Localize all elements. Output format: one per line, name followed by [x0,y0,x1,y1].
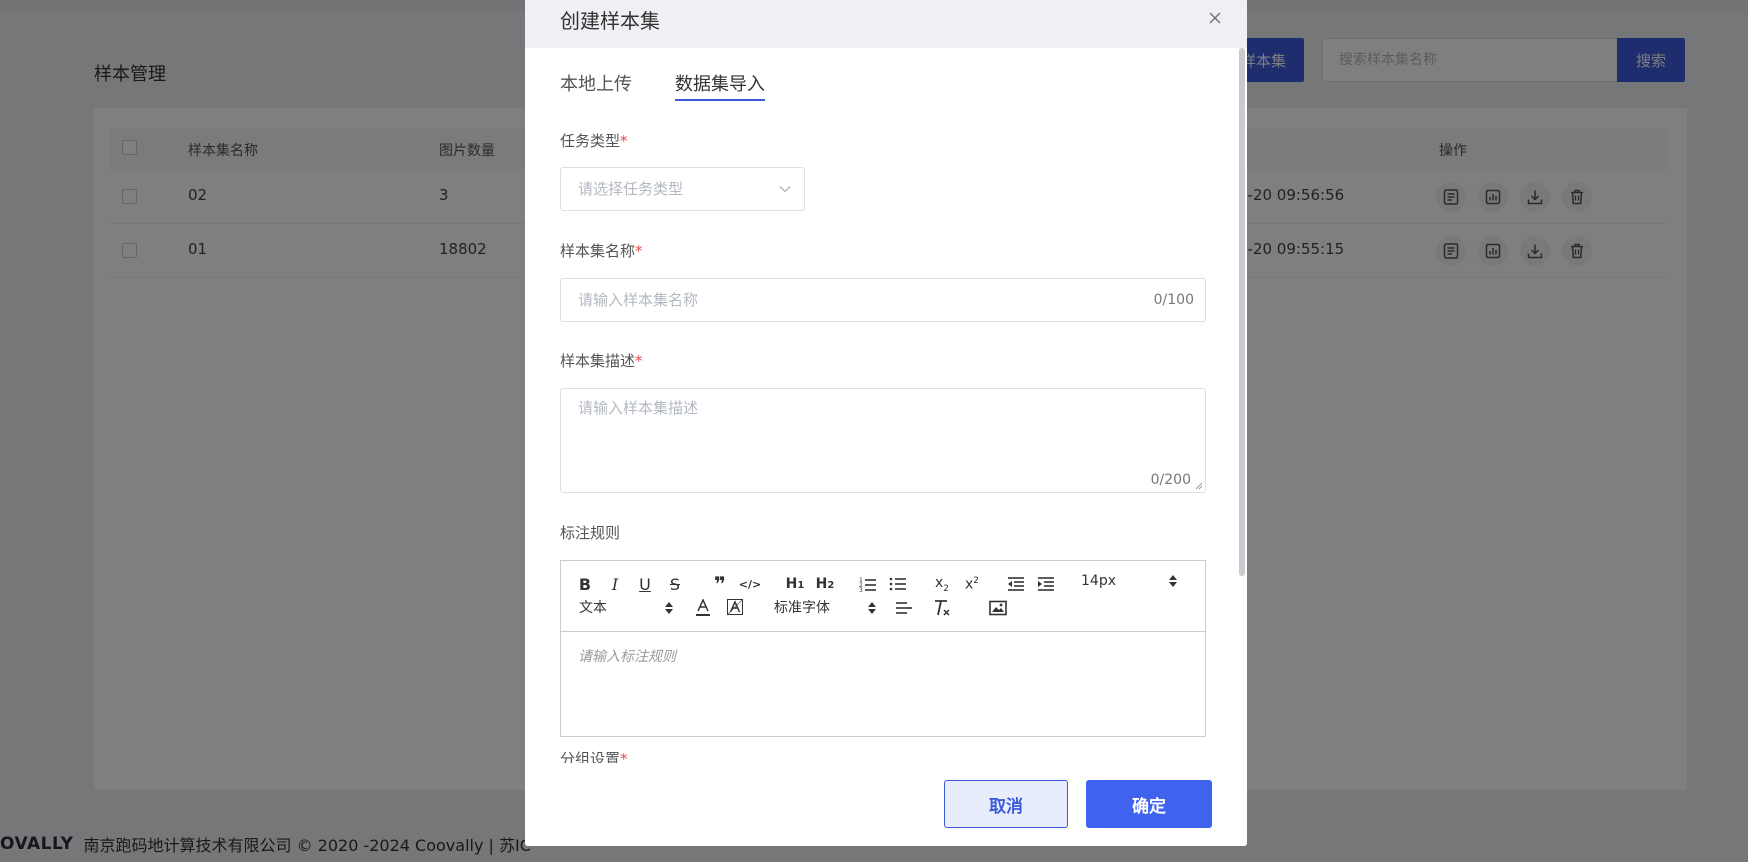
subscript-icon[interactable]: x2 [933,573,951,595]
tab-dataset-import[interactable]: 数据集导入 [675,70,765,101]
text-style-select[interactable]: 文本 [579,597,673,619]
close-icon[interactable] [1205,8,1225,28]
clear-format-icon[interactable] [933,597,951,619]
bullet-list-icon[interactable] [889,573,907,595]
sample-name-placeholder: 请输入样本集名称 [578,291,699,309]
heading2-icon[interactable]: H2 [815,573,835,595]
resize-grip-icon[interactable] [1195,482,1203,490]
strikethrough-icon[interactable]: S [667,573,683,595]
rules-label: 标注规则 [560,524,621,542]
svg-text:3: 3 [859,587,863,592]
font-family-select[interactable]: 标准字体 [774,597,876,619]
superscript-icon[interactable]: x2 [963,573,981,595]
confirm-button[interactable]: 确定 [1086,780,1212,828]
cancel-button[interactable]: 取消 [944,780,1068,828]
italic-icon[interactable]: I [607,573,623,595]
ordered-list-icon[interactable]: 123 [859,573,877,595]
font-size-select[interactable]: 14px [1081,570,1177,592]
sample-name-counter: 0/100 [1153,292,1194,308]
image-icon[interactable] [989,597,1007,619]
heading1-icon[interactable]: H1 [785,573,805,595]
align-left-icon[interactable] [895,597,913,619]
tab-local-upload[interactable]: 本地上传 [560,70,632,96]
sample-name-input[interactable]: 请输入样本集名称 0/100 [560,278,1206,322]
font-color-icon[interactable] [695,597,711,619]
task-type-select[interactable]: 请选择任务类型 [560,167,805,211]
sample-desc-label: 样本集描述* [560,352,643,370]
underline-icon[interactable]: U [637,573,653,595]
sample-desc-placeholder: 请输入样本集描述 [578,399,699,417]
background-color-icon[interactable] [727,597,743,619]
bold-icon[interactable]: B [577,573,593,595]
task-type-label: 任务类型* [560,132,628,150]
outdent-icon[interactable] [1007,573,1025,595]
rules-editor-area[interactable]: 请输入标注规则 [561,632,1205,736]
blockquote-icon[interactable]: ❞ [711,573,729,595]
code-icon[interactable]: </> [739,573,761,595]
dialog-footer: 取消 确定 [525,763,1247,846]
indent-icon[interactable] [1037,573,1055,595]
dialog-header: 创建样本集 [525,0,1247,48]
sample-desc-textarea[interactable]: 请输入样本集描述 0/200 [560,388,1206,493]
dialog-scrollbar[interactable] [1239,48,1245,576]
sample-name-label: 样本集名称* [560,242,643,260]
chevron-down-icon [779,186,791,193]
select-arrows-icon [868,602,876,614]
create-sample-set-dialog: 创建样本集 本地上传 数据集导入 任务类型* 请选择任务类型 样本集名称* 请输… [525,0,1247,846]
dialog-body: 本地上传 数据集导入 任务类型* 请选择任务类型 样本集名称* 请输入样本集名称… [525,48,1247,763]
rules-placeholder: 请输入标注规则 [578,649,676,665]
task-type-placeholder: 请选择任务类型 [578,180,684,198]
editor-toolbar: B I U S ❞ </> H1 H2 123 x2 x2 14px 文本 标准… [561,561,1205,632]
group-settings-label: 分组设置* [560,750,628,763]
select-arrows-icon [1169,575,1177,587]
dialog-title: 创建样本集 [560,9,660,33]
sample-desc-counter: 0/200 [1150,472,1191,488]
rules-rich-editor: B I U S ❞ </> H1 H2 123 x2 x2 14px 文本 标准… [560,560,1206,737]
select-arrows-icon [665,602,673,614]
